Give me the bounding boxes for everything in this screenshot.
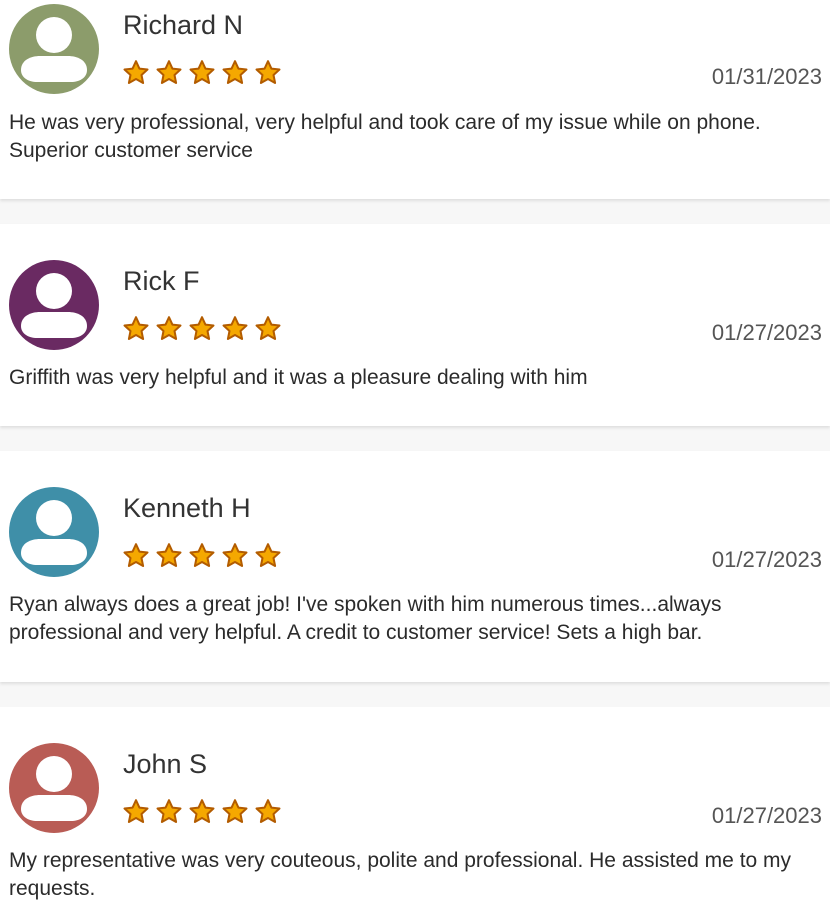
reviewer-name: Kenneth H <box>123 493 251 523</box>
reviewer-name: Richard N <box>123 10 244 40</box>
reviewer-name: Rick F <box>123 266 200 296</box>
star-icon <box>156 316 182 340</box>
review-date: 01/31/2023 <box>711 64 822 89</box>
star-rating <box>122 542 282 570</box>
review-text: He was very professional, very helpful a… <box>9 111 761 162</box>
star-icon <box>222 60 248 84</box>
star-icon <box>156 60 182 84</box>
star-icon <box>189 316 215 340</box>
star-rating <box>122 315 282 343</box>
star-icon <box>123 60 149 84</box>
review-text: Griffith was very helpful and it was a p… <box>9 366 588 389</box>
star-icon <box>255 316 281 340</box>
review-card: John S 01/27/2023 My representative was … <box>0 707 830 903</box>
star-icon <box>189 543 215 567</box>
star-icon <box>123 543 149 567</box>
star-icon <box>222 799 248 823</box>
user-icon <box>9 487 99 577</box>
reviews-list: Richard N 01/31/2023 He was very profess… <box>0 0 830 903</box>
review-date: 01/27/2023 <box>711 320 822 345</box>
review-text: Ryan always does a great job! I've spoke… <box>9 593 722 644</box>
star-icon <box>255 60 281 84</box>
review-card: Kenneth H 01/27/2023 Ryan always does a … <box>0 451 830 682</box>
star-icon <box>255 543 281 567</box>
star-icon <box>123 799 149 823</box>
reviewer-name: John S <box>123 749 208 779</box>
avatar <box>9 487 99 577</box>
star-icon <box>222 316 248 340</box>
star-rating <box>122 798 282 826</box>
star-icon <box>189 60 215 84</box>
star-icon <box>189 799 215 823</box>
user-icon <box>9 743 99 833</box>
star-icon <box>123 316 149 340</box>
avatar <box>9 260 99 350</box>
review-date: 01/27/2023 <box>711 547 822 572</box>
review-card: Rick F 01/27/2023 Griffith was very help… <box>0 224 830 426</box>
star-icon <box>156 543 182 567</box>
star-icon <box>156 799 182 823</box>
avatar <box>9 4 99 94</box>
avatar <box>9 743 99 833</box>
star-icon <box>222 543 248 567</box>
user-icon <box>9 260 99 350</box>
review-date: 01/27/2023 <box>711 803 822 828</box>
user-icon <box>9 4 99 94</box>
review-card: Richard N 01/31/2023 He was very profess… <box>0 0 830 199</box>
review-text: My representative was very couteous, pol… <box>9 849 792 900</box>
star-rating <box>122 59 282 87</box>
star-icon <box>255 799 281 823</box>
